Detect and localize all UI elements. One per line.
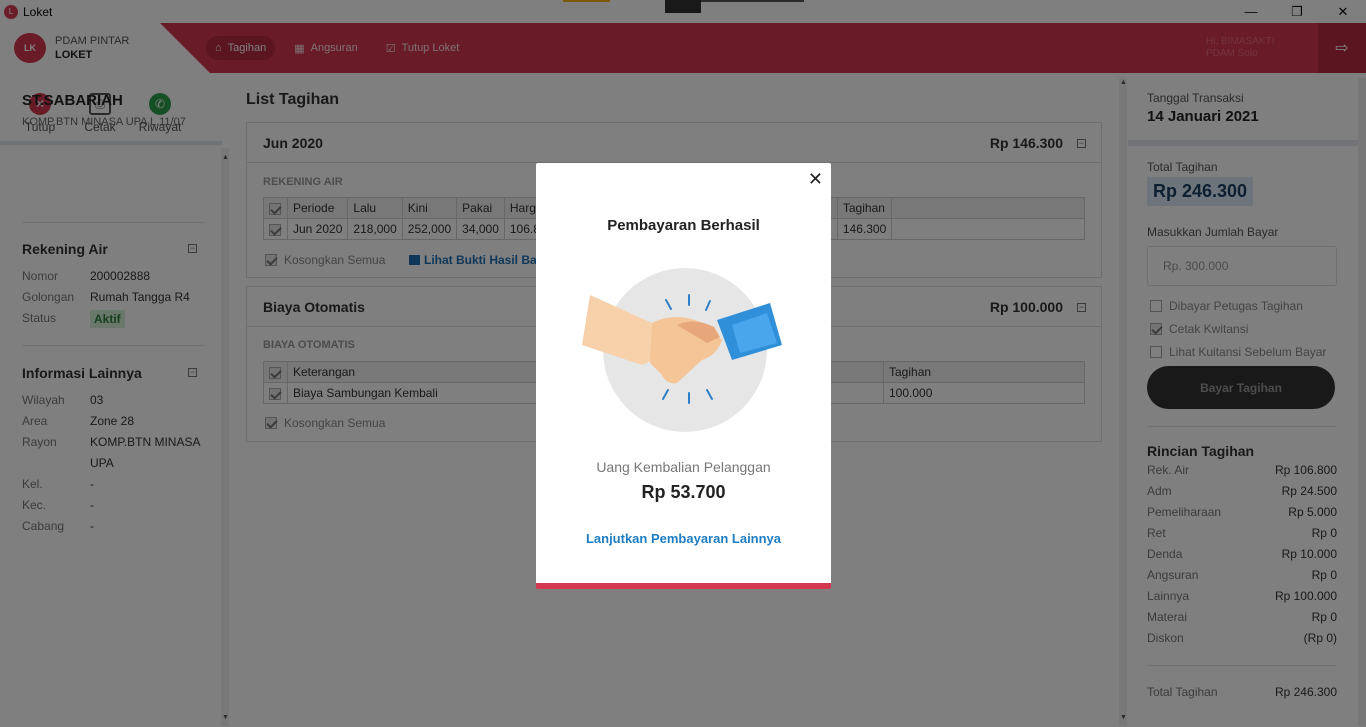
close-icon[interactable]: ✕ xyxy=(808,170,823,188)
continue-payment-link[interactable]: Lanjutkan Pembayaran Lainnya xyxy=(536,531,831,546)
modal-title: Pembayaran Berhasil xyxy=(607,217,760,234)
change-amount: Rp 53.700 xyxy=(641,482,726,502)
handshake-illustration xyxy=(582,268,782,432)
payment-success-modal: ✕ Pembayaran Berhasil Uang Kembalian Pel… xyxy=(536,163,831,589)
change-label: Uang Kembalian Pelanggan xyxy=(596,459,771,475)
